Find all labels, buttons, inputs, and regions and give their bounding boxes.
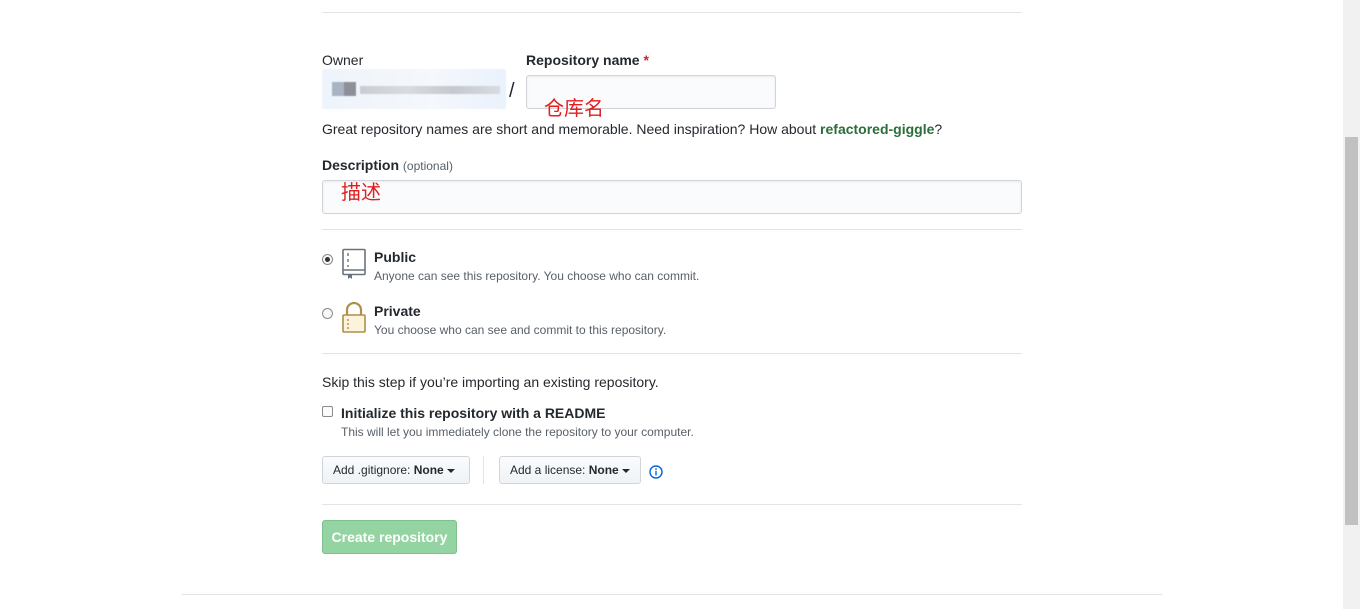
owner-repo-separator: / xyxy=(509,80,515,102)
chevron-down-icon xyxy=(446,468,455,473)
description-optional: (optional) xyxy=(402,159,453,173)
skip-step-text: Skip this step if you’re importing an ex… xyxy=(322,374,659,390)
gitignore-prefix: Add .gitignore: xyxy=(333,463,414,477)
public-radio[interactable] xyxy=(322,254,333,265)
chevron-down-icon xyxy=(621,468,630,473)
top-divider xyxy=(322,12,1022,13)
gitignore-value: None xyxy=(413,463,444,477)
description-annotation: 描述 xyxy=(341,180,381,204)
lock-icon xyxy=(342,302,366,333)
hint-suggestion-link[interactable]: refactored-giggle xyxy=(820,121,934,137)
repo-book-icon xyxy=(342,248,366,279)
readme-label[interactable]: Initialize this repository with a README xyxy=(341,405,605,421)
license-value: None xyxy=(588,463,619,477)
dropdown-separator xyxy=(483,456,484,484)
license-dropdown[interactable]: Add a license: None xyxy=(499,456,641,484)
divider-submit xyxy=(322,504,1022,505)
repository-name-label-text: Repository name xyxy=(526,52,640,68)
public-title: Public xyxy=(374,249,417,265)
divider-init xyxy=(322,353,1022,354)
description-input[interactable] xyxy=(322,180,1022,214)
divider-visibility xyxy=(322,229,1022,230)
readme-checkbox[interactable] xyxy=(322,406,333,417)
create-repository-button[interactable]: Create repository xyxy=(322,520,457,554)
description-label-text: Description xyxy=(322,157,400,173)
owner-label: Owner xyxy=(322,52,364,68)
readme-note: This will let you immediately clone the … xyxy=(341,425,694,439)
hint-prefix: Great repository names are short and mem… xyxy=(322,121,821,137)
private-radio[interactable] xyxy=(322,308,333,319)
private-note: You choose who can see and commit to thi… xyxy=(374,323,667,337)
repository-name-annotation: 仓库名 xyxy=(544,96,604,120)
info-icon[interactable] xyxy=(649,465,663,479)
license-prefix: Add a license: xyxy=(510,463,589,477)
repository-name-label: Repository name * xyxy=(526,52,649,68)
private-title: Private xyxy=(374,303,421,319)
owner-select-blurred[interactable] xyxy=(322,69,506,109)
hint-suffix: ? xyxy=(934,121,943,137)
description-label: Description (optional) xyxy=(322,157,453,173)
public-note: Anyone can see this repository. You choo… xyxy=(374,269,700,283)
scrollbar-thumb[interactable] xyxy=(1345,137,1358,525)
gitignore-dropdown[interactable]: Add .gitignore: None xyxy=(322,456,470,484)
required-mark: * xyxy=(643,52,649,68)
repository-name-hint: Great repository names are short and mem… xyxy=(322,121,942,137)
footer-divider xyxy=(182,594,1162,595)
